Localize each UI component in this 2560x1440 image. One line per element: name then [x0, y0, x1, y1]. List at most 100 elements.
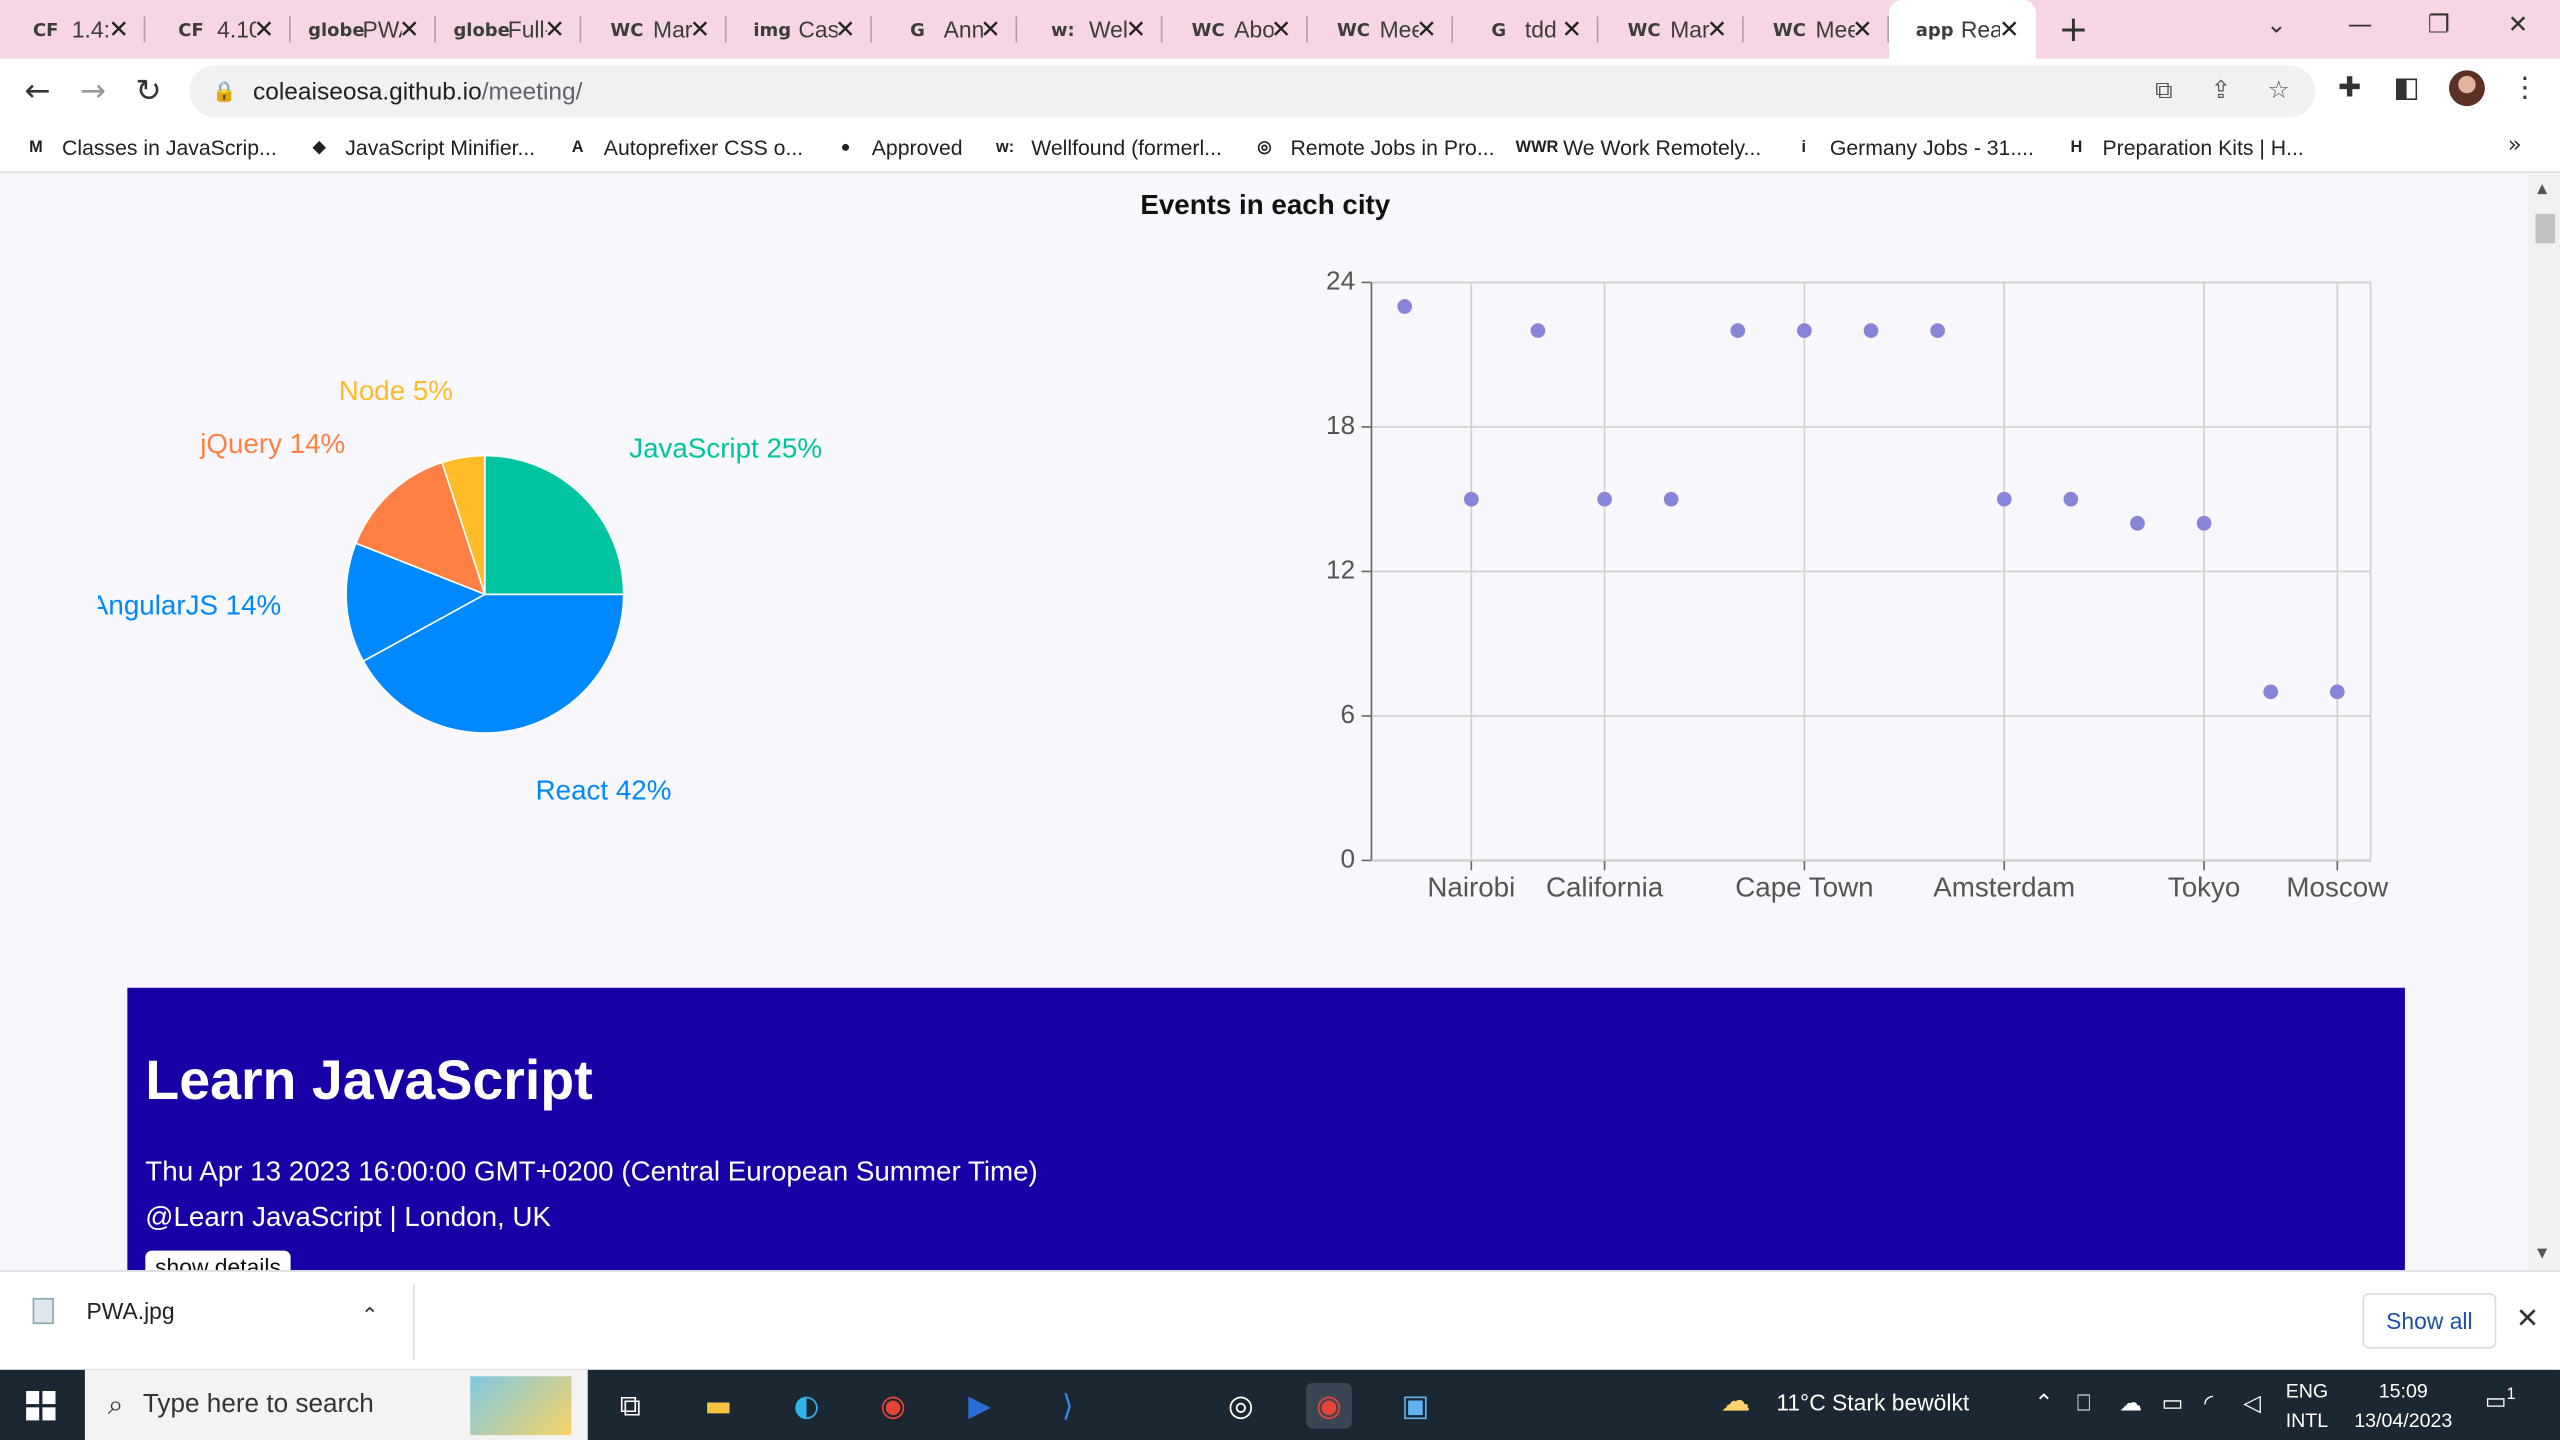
bookmark-item[interactable]: i Germany Jobs - 31.... [1791, 135, 2034, 161]
volume-icon[interactable]: ◁ [2243, 1389, 2261, 1417]
share-icon[interactable]: ⇪ [2211, 75, 2232, 104]
browser-tab[interactable]: WC Mee✕ [1308, 0, 1454, 59]
more-bookmarks-icon[interactable]: » [2508, 132, 2522, 158]
bookmark-item[interactable]: ◎ Remote Jobs in Pro... [1251, 135, 1494, 161]
minimize-icon[interactable]: — [2348, 10, 2372, 39]
back-icon[interactable]: ← [10, 73, 66, 109]
tab-title: Mar [653, 16, 693, 43]
bookmark-item[interactable]: M Classes in JavaScrip... [23, 135, 277, 161]
bookmark-label: Autoprefixer CSS o... [603, 135, 804, 160]
bookmark-label: Germany Jobs - 31.... [1829, 135, 2034, 160]
bookmark-item[interactable]: H Preparation Kits | H... [2063, 135, 2303, 161]
chrome-icon[interactable]: ◉ [870, 1383, 916, 1429]
powershell-icon[interactable]: ▶ [957, 1383, 1003, 1429]
chrome-profile-icon[interactable]: ◉ [1306, 1382, 1352, 1429]
vscode-icon[interactable]: ⟩ [1045, 1383, 1091, 1429]
tab-title: Ann [943, 16, 983, 43]
weather-icon[interactable]: ☁ [1721, 1384, 1750, 1418]
browser-tab[interactable]: CF 4.10✕ [145, 0, 291, 59]
weather-text[interactable]: 11°C Stark bewölkt [1776, 1389, 1969, 1415]
close-tab-icon[interactable]: ✕ [835, 15, 856, 44]
bookmark-list: M Classes in JavaScrip... ◆ JavaScript Mini… [23, 135, 2333, 161]
scatter-point [1530, 323, 1546, 338]
browser-tab[interactable]: globePWA✕ [291, 0, 436, 59]
browser-tab[interactable]: CF 1.4: ✕ [0, 0, 146, 59]
close-tab-icon[interactable]: ✕ [544, 15, 565, 44]
photos-icon[interactable]: ▣ [1393, 1383, 1439, 1429]
scatter-point [1597, 491, 1612, 507]
show-details-button[interactable]: show details [145, 1250, 291, 1271]
close-tab-icon[interactable]: ✕ [1126, 15, 1147, 44]
battery-icon[interactable]: ▭ [2162, 1389, 2184, 1417]
forward-icon[interactable]: → [65, 73, 121, 109]
reload-icon[interactable]: ↻ [121, 73, 177, 109]
browser-tab[interactable]: Gtdd ✕ [1453, 0, 1599, 59]
onedrive-icon[interactable]: ☁ [2119, 1389, 2142, 1417]
close-tab-icon[interactable]: ✕ [1416, 15, 1437, 44]
side-panel-icon[interactable]: ◧ [2393, 72, 2419, 105]
new-tab-button[interactable]: + [2049, 9, 2098, 50]
tab-favicon-icon: WC [1627, 18, 1661, 40]
file-explorer-icon[interactable]: ▬ [696, 1383, 742, 1429]
bookmark-item[interactable]: ● Approved [833, 135, 963, 161]
chevron-up-icon[interactable]: ⌃ [361, 1304, 379, 1328]
close-tab-icon[interactable]: ✕ [108, 15, 129, 44]
browser-tab[interactable]: WC Mar ✕ [581, 0, 727, 59]
scatter-chart: 0 6 12 18 24 Nairobi California Cape Town Amster… [1326, 265, 2389, 902]
show-all-button[interactable]: Show all [2362, 1293, 2497, 1349]
tab-search-icon[interactable]: ⌄ [2266, 10, 2287, 39]
tab-title: Case [798, 16, 837, 43]
divider [413, 1284, 415, 1360]
browser-tab[interactable]: WC Mee✕ [1744, 0, 1889, 59]
close-tab-icon[interactable]: ✕ [1271, 15, 1292, 44]
wifi-icon[interactable]: ◜ [2204, 1389, 2213, 1417]
close-tab-icon[interactable]: ✕ [1999, 15, 2020, 44]
windows-start-icon[interactable] [26, 1391, 56, 1421]
profile-avatar[interactable] [2448, 70, 2485, 107]
edge-icon[interactable]: ◐ [784, 1383, 830, 1429]
page-scrollbar[interactable]: ▲ ▼ [2527, 174, 2560, 1271]
address-bar[interactable]: 🔒 coleaiseosa.github.io/meeting/ ⧉ ⇪ ☆ [189, 65, 2316, 118]
bookmark-item[interactable]: A Autoprefixer CSS o... [565, 135, 804, 161]
browser-tab[interactable]: img Case✕ [727, 0, 872, 59]
bookmarks-bar: M Classes in JavaScrip... ◆ JavaScript Mini… [0, 124, 2560, 174]
browser-tab[interactable]: WC Mar ✕ [1598, 0, 1744, 59]
extensions-icon[interactable]: ✚ [2338, 72, 2361, 105]
close-tab-icon[interactable]: ✕ [1562, 15, 1583, 44]
close-tab-icon[interactable]: ✕ [1852, 15, 1873, 44]
meet-icon[interactable]: ⎕ [2077, 1389, 2091, 1417]
close-tab-icon[interactable]: ✕ [690, 15, 711, 44]
bookmark-star-icon[interactable]: ☆ [2268, 75, 2290, 104]
download-item[interactable]: PWA.jpg [32, 1297, 175, 1325]
search-highlight-icon [470, 1376, 572, 1436]
bookmark-item[interactable]: WWR We Work Remotely... [1516, 135, 1762, 161]
task-view-icon[interactable]: ⧉ [607, 1383, 653, 1429]
scroll-up-icon[interactable]: ▲ [2537, 181, 2547, 196]
menu-icon[interactable]: ⋮ [2511, 72, 2539, 105]
close-tab-icon[interactable]: ✕ [254, 15, 275, 44]
scroll-down-icon[interactable]: ▼ [2537, 1246, 2547, 1261]
close-tab-icon[interactable]: ✕ [980, 15, 1001, 44]
browser-tab[interactable]: w: Wel ✕ [1017, 0, 1163, 59]
open-in-app-icon[interactable]: ⧉ [2155, 75, 2172, 104]
browser-tab[interactable]: app Rea ✕ [1888, 0, 2036, 59]
notifications-icon[interactable]: ▭1 [2485, 1386, 2516, 1415]
browser-tab[interactable]: WC Abo ✕ [1162, 0, 1308, 59]
restore-icon[interactable]: ❐ [2428, 10, 2450, 39]
close-tab-icon[interactable]: ✕ [1707, 15, 1728, 44]
clock[interactable]: 15:09 13/04/2023 [2351, 1376, 2455, 1435]
tray-expand-icon[interactable]: ⌃ [2034, 1389, 2053, 1417]
scrollbar-thumb[interactable] [2535, 213, 2556, 244]
github-desktop-icon[interactable]: ◎ [1218, 1383, 1264, 1429]
taskbar-search[interactable]: ⌕ Type here to search [84, 1369, 588, 1440]
language-indicator[interactable]: ENG INTL [2286, 1376, 2328, 1435]
bookmark-item[interactable]: w: Wellfound (formerl... [992, 135, 1222, 161]
bookmark-item[interactable]: ◆ JavaScript Minifier... [306, 135, 535, 161]
close-window-icon[interactable]: ✕ [2508, 10, 2529, 39]
scatter-point [1930, 323, 1945, 338]
browser-tab[interactable]: G Ann ✕ [872, 0, 1018, 59]
close-tab-icon[interactable]: ✕ [399, 15, 420, 44]
browser-tab[interactable]: globeFull-✕ [436, 0, 582, 59]
tab-favicon-icon: globe [453, 18, 510, 40]
close-icon[interactable]: ✕ [2516, 1303, 2539, 1336]
